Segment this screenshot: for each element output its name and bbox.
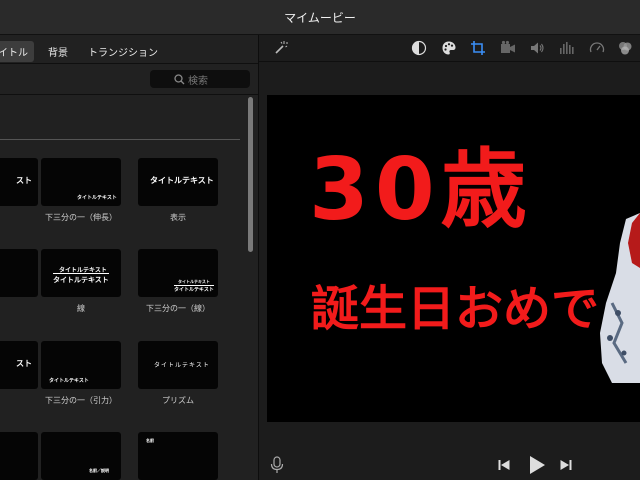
skip-forward-icon[interactable]: [558, 457, 574, 473]
title-tile[interactable]: 名前／説明: [41, 432, 121, 480]
title-grid: スト タイトルテキスト 下三分の一（伸長） タイトルテキスト 表示 焦点） タイ…: [0, 35, 240, 480]
speedometer-icon[interactable]: [589, 40, 605, 56]
magic-wand-icon[interactable]: [273, 40, 289, 56]
video-camera-icon[interactable]: [500, 40, 516, 56]
volume-icon[interactable]: [529, 40, 545, 56]
title-tile[interactable]: スト: [0, 341, 38, 389]
preview-title-line1: 30歳: [309, 140, 533, 240]
palette-icon[interactable]: [441, 40, 457, 56]
title-tile[interactable]: [0, 432, 38, 480]
tile-text: 名前／説明: [89, 468, 109, 473]
title-tile[interactable]: タイトルテキスト: [41, 158, 121, 206]
viewer-panel: 30歳 誕生日おめで: [259, 35, 640, 480]
left-panel: イトル 背景 トランジション 検索 スト タイトルテキスト 下三分の一（伸長） …: [0, 35, 259, 480]
title-tile[interactable]: スト: [0, 158, 38, 206]
playback-bar: [259, 447, 640, 480]
crop-icon[interactable]: [470, 40, 486, 56]
inspector-toolbar: [259, 35, 640, 61]
title-tile[interactable]: タイトルテキスト タイトルテキスト: [41, 249, 121, 297]
title-tile[interactable]: タイトルテキスト タイトルテキスト: [138, 249, 218, 297]
tile-text: タイトルテキスト: [77, 195, 117, 201]
title-tile[interactable]: タイトルテキスト: [138, 158, 218, 206]
skip-back-icon[interactable]: [496, 457, 512, 473]
tile-text: タイトルテキスト: [150, 176, 214, 185]
title-tile[interactable]: タイトルテキスト: [41, 341, 121, 389]
person-photo: [600, 213, 640, 383]
scrollbar[interactable]: [248, 97, 253, 252]
tile-caption: プリズム: [162, 396, 194, 405]
color-balance-icon[interactable]: [411, 40, 427, 56]
tile-text: タイトルテキスト: [154, 362, 210, 369]
tile-caption: 下三分の一（伸長）: [45, 213, 117, 222]
tile-caption: 表示: [170, 213, 186, 222]
title-tile[interactable]: 名前: [138, 432, 218, 480]
divider: [259, 61, 640, 62]
preview-title-line2: 誕生日おめで: [311, 281, 600, 337]
tile-caption: 下三分の一（引力）: [45, 396, 117, 405]
video-preview[interactable]: 30歳 誕生日おめで: [267, 95, 640, 422]
title-tile[interactable]: タイトルテキスト: [138, 341, 218, 389]
tile-text-2: タイトルテキスト: [174, 285, 214, 293]
tile-caption: 線: [77, 304, 85, 313]
title-bar: マイムービー: [0, 0, 640, 35]
tile-text: スト: [16, 176, 32, 185]
microphone-icon[interactable]: [269, 456, 285, 473]
equalizer-icon[interactable]: [559, 40, 575, 56]
tile-text: タイトルテキスト: [49, 378, 89, 384]
tile-text: スト: [16, 359, 32, 368]
filters-icon[interactable]: [617, 40, 633, 56]
tile-text: 名前: [146, 438, 154, 443]
play-icon[interactable]: [527, 455, 547, 475]
tile-caption: 下三分の一（線）: [146, 304, 210, 313]
tile-text-2: タイトルテキスト: [53, 273, 109, 285]
title-tile[interactable]: [0, 249, 38, 297]
window-title: マイムービー: [284, 10, 356, 25]
